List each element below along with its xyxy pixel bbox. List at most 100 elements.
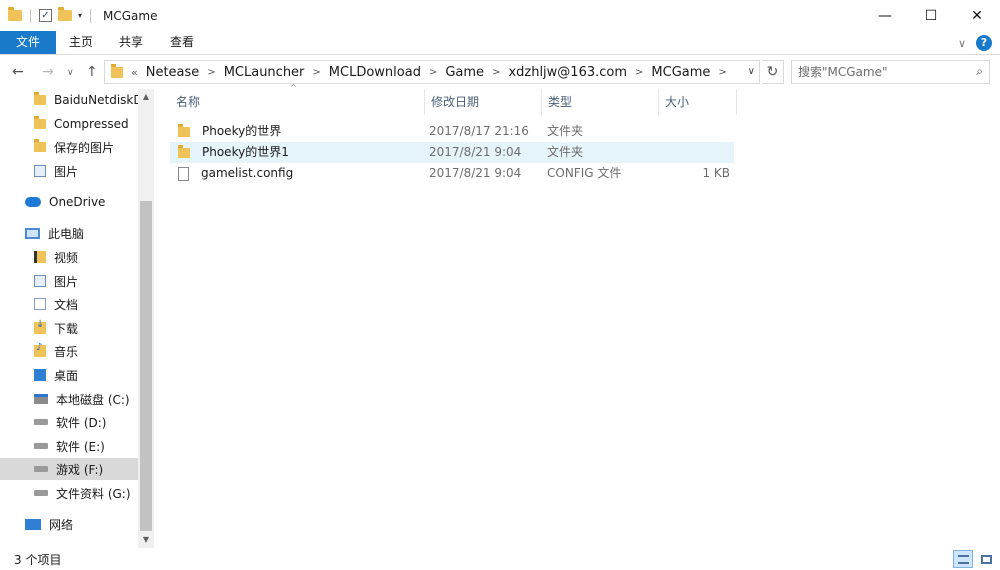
help-icon[interactable]: ? [976, 35, 992, 51]
documents-icon [34, 298, 46, 310]
sidebar-item[interactable]: 下载 [0, 317, 138, 339]
file-name: Phoeky的世界1 [202, 145, 289, 159]
sidebar-item[interactable]: 视频 [0, 246, 138, 268]
file-list: ^ 名称 修改日期 类型 大小 Phoeky的世界 2017/8/17 21:16… [154, 83, 1000, 548]
system-drive-icon [34, 394, 48, 404]
up-arrow-icon[interactable]: ↑ [86, 64, 98, 80]
breadcrumb-separator-icon[interactable]: > [492, 67, 500, 78]
details-view-button[interactable] [953, 550, 973, 568]
sidebar-item[interactable]: 图片 [0, 270, 138, 292]
drive-icon [34, 490, 48, 496]
scroll-down-arrow-icon[interactable]: ▼ [138, 532, 154, 548]
desktop-icon [34, 369, 46, 381]
minimize-button[interactable]: — [862, 0, 908, 31]
sidebar-item-label: 网络 [49, 517, 74, 532]
details-view-icon [958, 555, 969, 564]
breadcrumb-separator-icon[interactable]: > [207, 67, 215, 78]
sidebar-item[interactable]: 网络 [0, 513, 138, 535]
sidebar-item-label: 视频 [54, 250, 79, 265]
sidebar-item[interactable]: 图片 [0, 160, 138, 182]
file-name-cell: gamelist.config [178, 163, 293, 184]
sidebar-item[interactable]: 软件 (E:) [0, 435, 138, 457]
file-size: 1 KB [702, 166, 730, 180]
folder-icon [178, 123, 190, 137]
sidebar-item-label: BaiduNetdiskDo [54, 93, 138, 107]
properties-icon[interactable]: ✓ [39, 9, 52, 22]
customize-toolbar-chevron-icon[interactable]: ▾ [78, 11, 82, 20]
downloads-icon [34, 319, 46, 334]
item-count: 3 个项目 [14, 553, 62, 567]
sidebar-item-label: Compressed [54, 117, 129, 131]
sidebar-item[interactable]: 音乐 [0, 340, 138, 362]
nav-scrollbar[interactable]: ▲ ▼ [138, 89, 154, 548]
search-icon[interactable]: ⌕ [976, 64, 983, 79]
tab-share[interactable]: 共享 [106, 31, 156, 54]
sidebar-item-label: 此电脑 [48, 226, 85, 241]
tab-view[interactable]: 查看 [156, 31, 208, 54]
sidebar-item-label: 保存的图片 [54, 140, 115, 155]
back-arrow-icon[interactable]: ← [12, 64, 24, 80]
breadcrumb-account[interactable]: xdzhljw@163.com [508, 65, 627, 80]
network-icon [25, 518, 41, 530]
new-folder-icon[interactable] [58, 7, 72, 21]
search-input[interactable] [798, 64, 966, 80]
tab-file[interactable]: 文件 [0, 31, 56, 54]
breadcrumb-overflow[interactable]: « [131, 66, 138, 79]
recent-locations-chevron-icon[interactable]: ∨ [67, 68, 74, 78]
sidebar-item[interactable]: 桌面 [0, 364, 138, 386]
videos-icon [34, 251, 46, 263]
breadcrumb-mclauncher[interactable]: MCLauncher [224, 65, 305, 80]
address-bar[interactable]: « Netease > MCLauncher > MCLDownload > G… [104, 60, 760, 84]
music-icon [34, 342, 46, 357]
sidebar-item[interactable]: OneDrive [0, 191, 138, 213]
sidebar-item[interactable]: 软件 (D:) [0, 411, 138, 433]
breadcrumb-separator-icon[interactable]: > [718, 67, 726, 78]
column-header-size[interactable]: 大小 [659, 89, 737, 115]
column-header-date[interactable]: 修改日期 [425, 89, 542, 115]
address-history-chevron-icon[interactable]: ∨ [748, 66, 755, 77]
table-row[interactable]: Phoeky的世界1 2017/8/21 9:04 文件夹 [170, 142, 734, 163]
sidebar-item[interactable]: 此电脑 [0, 222, 138, 244]
breadcrumb-mcgame[interactable]: MCGame [651, 65, 710, 80]
file-name: Phoeky的世界 [202, 124, 282, 138]
file-icon [178, 166, 189, 181]
sidebar-item-label: 桌面 [54, 368, 79, 383]
breadcrumb-mcldownload[interactable]: MCLDownload [329, 65, 421, 80]
breadcrumb-netease[interactable]: Netease [146, 65, 200, 80]
tab-home[interactable]: 主页 [56, 31, 106, 54]
sidebar-item[interactable]: 游戏 (F:) [0, 458, 138, 480]
breadcrumb-separator-icon[interactable]: > [429, 67, 437, 78]
table-row[interactable]: gamelist.config 2017/8/21 9:04 CONFIG 文件 1 … [170, 163, 734, 184]
close-button[interactable]: ✕ [954, 0, 1000, 31]
title-bar: ✓ ▾ MCGame — ☐ ✕ [0, 0, 1000, 31]
scroll-up-arrow-icon[interactable]: ▲ [138, 89, 154, 105]
sidebar-item[interactable]: 文档 [0, 293, 138, 315]
refresh-button[interactable]: ↻ [762, 60, 784, 84]
sidebar-item[interactable]: 本地磁盘 (C:) [0, 388, 138, 410]
expand-ribbon-chevron-icon[interactable]: ∨ [958, 37, 966, 50]
this-pc-icon [25, 227, 40, 239]
file-date: 2017/8/21 9:04 [429, 145, 522, 159]
table-row[interactable]: Phoeky的世界 2017/8/17 21:16 文件夹 [170, 121, 734, 142]
window-title: MCGame [103, 8, 158, 23]
sidebar-item-label: OneDrive [49, 195, 106, 209]
window-controls: — ☐ ✕ [862, 0, 1000, 31]
breadcrumb-separator-icon[interactable]: > [312, 67, 320, 78]
scrollbar-thumb[interactable] [140, 201, 152, 531]
breadcrumb-separator-icon[interactable]: > [635, 67, 643, 78]
file-name-cell: Phoeky的世界1 [178, 142, 289, 163]
sidebar-item[interactable]: BaiduNetdiskDo [0, 89, 138, 111]
file-name-cell: Phoeky的世界 [178, 121, 281, 142]
file-size [664, 142, 730, 163]
sidebar-item[interactable]: Compressed [0, 113, 138, 135]
sidebar-item[interactable]: 文件资料 (G:) [0, 482, 138, 504]
file-date: 2017/8/21 9:04 [429, 166, 522, 180]
breadcrumb-game[interactable]: Game [445, 65, 484, 80]
maximize-button[interactable]: ☐ [908, 0, 954, 31]
column-header-name[interactable]: 名称 [170, 89, 425, 115]
sidebar-item[interactable]: 保存的图片 [0, 136, 138, 158]
forward-arrow-icon[interactable]: → [42, 64, 54, 80]
file-type: CONFIG 文件 [547, 166, 622, 180]
column-header-type[interactable]: 类型 [542, 89, 659, 115]
large-icons-view-button[interactable] [976, 550, 996, 568]
